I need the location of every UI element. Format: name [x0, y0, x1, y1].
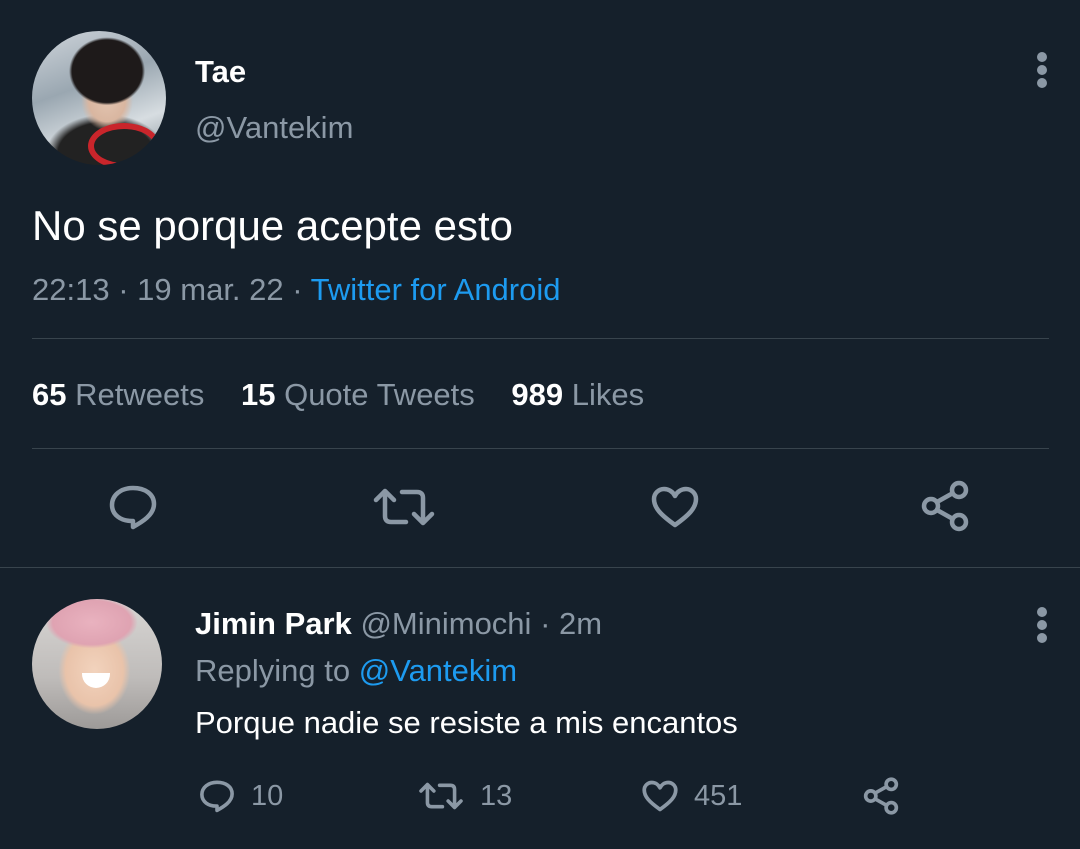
reply-header: Jimin Park @Minimochi · 2m [195, 606, 602, 642]
share-button[interactable] [919, 480, 971, 532]
tweet-text: No se porque acepte esto [32, 202, 513, 249]
reply-age: 2m [559, 606, 603, 641]
like-button[interactable] [651, 486, 699, 528]
author-handle[interactable]: @Vantekim [195, 110, 353, 146]
reply-icon [200, 780, 234, 813]
reply-more-options-icon[interactable] [1036, 607, 1048, 647]
tweet-meta: 22:13 · 19 mar. 22 · Twitter for Android [32, 272, 561, 308]
reply-share-button[interactable] [862, 776, 900, 816]
reply-count: 10 [251, 779, 284, 812]
more-options-icon[interactable] [1036, 52, 1048, 92]
retweet-button[interactable] [372, 486, 436, 528]
meta-separator: · [292, 272, 303, 307]
meta-separator: · [540, 606, 551, 641]
tweet-stats: 65 Retweets 15 Quote Tweets 989 Likes [32, 377, 644, 413]
share-icon [921, 480, 969, 532]
replying-to-label: Replying to [195, 653, 351, 688]
reply-author-name[interactable]: Jimin Park [195, 606, 352, 641]
divider [32, 448, 1049, 449]
retweet-count: 13 [480, 779, 513, 812]
retweet-icon [419, 782, 463, 810]
like-icon [642, 780, 678, 812]
retweets-stat[interactable]: 65 Retweets [32, 377, 204, 412]
tweet-client-link[interactable]: Twitter for Android [311, 272, 561, 307]
reply-author-avatar[interactable] [32, 599, 162, 729]
retweet-icon [373, 488, 435, 526]
tweet-time: 22:13 [32, 272, 110, 307]
reply-retweet-button[interactable]: 13 [418, 776, 512, 816]
tweet-date: 19 mar. 22 [137, 272, 284, 307]
replying-to-mention[interactable]: @Vantekim [359, 653, 517, 688]
like-icon [651, 486, 699, 528]
reply-reply-button[interactable]: 10 [199, 776, 283, 816]
reply-icon [109, 485, 157, 530]
author-name[interactable]: Tae [195, 54, 246, 90]
avatar-face-detail [82, 673, 110, 688]
like-count: 451 [694, 779, 743, 812]
quote-tweets-stat[interactable]: 15 Quote Tweets [241, 377, 475, 412]
reply-button[interactable] [108, 484, 158, 530]
replying-to-line: Replying to @Vantekim [195, 653, 517, 689]
meta-separator: · [118, 272, 129, 307]
headphones-graphic [88, 123, 160, 165]
section-divider [0, 567, 1080, 568]
reply-author-handle[interactable]: @Minimochi [360, 606, 531, 641]
share-icon [863, 777, 899, 815]
reply-text: Porque nadie se resiste a mis encantos [195, 705, 738, 740]
divider [32, 338, 1049, 339]
likes-stat[interactable]: 989 Likes [511, 377, 644, 412]
reply-like-button[interactable]: 451 [642, 776, 742, 816]
author-avatar[interactable] [32, 31, 166, 165]
